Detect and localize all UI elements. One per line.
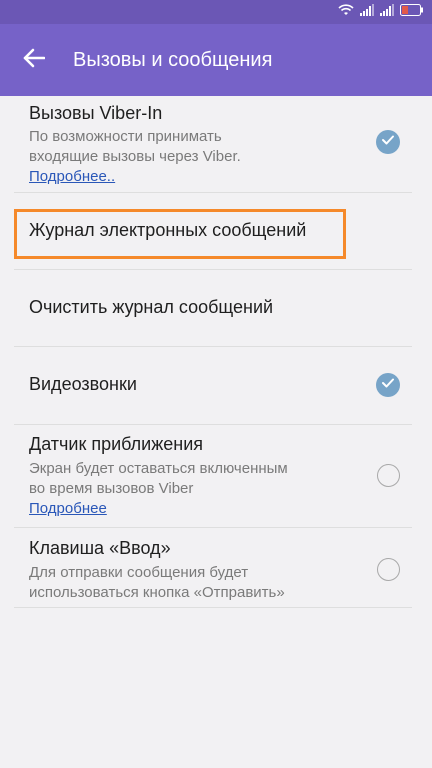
wifi-icon — [338, 3, 354, 21]
setting-subtitle: По возможности принимать — [29, 128, 222, 145]
setting-subtitle: входящие вызовы через Viber. — [29, 148, 241, 165]
setting-proximity[interactable]: Датчик приближения Экран будет оставатьс… — [0, 424, 432, 528]
viber-in-checkbox[interactable] — [376, 130, 400, 154]
signal-icon — [380, 3, 394, 21]
setting-title: Клавиша «Ввод» — [29, 538, 171, 558]
checkmark-icon — [381, 376, 395, 394]
setting-video-calls[interactable]: Видеозвонки — [0, 347, 432, 425]
page-title: Вызовы и сообщения — [73, 49, 273, 71]
video-calls-checkbox[interactable] — [376, 373, 400, 397]
checkmark-icon — [381, 133, 395, 151]
setting-viber-in[interactable]: Вызовы Viber-In По возможности принимать… — [0, 96, 432, 193]
proximity-checkbox[interactable] — [377, 464, 400, 487]
more-info-link[interactable]: Подробнее.. — [29, 167, 115, 187]
setting-subtitle: во время вызовов Viber — [29, 480, 194, 497]
status-icons — [338, 4, 424, 20]
setting-title: Вызовы Viber-In — [29, 103, 163, 123]
setting-subtitle: Экран будет оставаться включенным — [29, 460, 288, 477]
back-button[interactable] — [18, 46, 50, 74]
more-info-link[interactable]: Подробнее — [29, 499, 107, 519]
setting-clear-log[interactable]: Очистить журнал сообщений — [0, 270, 432, 347]
battery-icon — [400, 3, 424, 21]
signal-icon — [360, 3, 374, 21]
status-bar — [0, 0, 432, 24]
setting-title: Очистить журнал сообщений — [29, 297, 274, 317]
setting-title: Датчик приближения — [29, 434, 204, 454]
setting-subtitle: Для отправки сообщения будет — [29, 564, 249, 581]
setting-subtitle: использоваться кнопка «Отправить» — [29, 584, 285, 601]
arrow-back-icon — [23, 48, 46, 73]
highlight-frame — [14, 209, 346, 259]
settings-list: Вызовы Viber-In По возможности принимать… — [0, 96, 432, 608]
setting-title: Видеозвонки — [29, 374, 137, 394]
divider — [14, 607, 412, 608]
setting-enter-key[interactable]: Клавиша «Ввод» Для отправки сообщения бу… — [0, 528, 432, 608]
enter-key-checkbox[interactable] — [377, 558, 400, 581]
app-bar: Вызовы и сообщения — [0, 24, 432, 96]
